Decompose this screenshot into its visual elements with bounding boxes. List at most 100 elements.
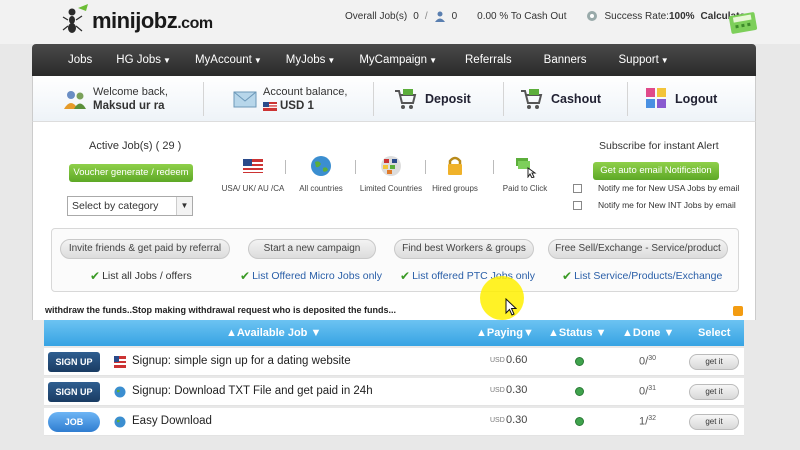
top-bar: minijobz.com Overall Job(s) 0 / 0 0.00 %… xyxy=(0,0,800,44)
envelope-icon xyxy=(233,91,257,108)
deposit-button[interactable]: Deposit xyxy=(393,76,471,122)
start-campaign-button[interactable]: Start a new campaign xyxy=(248,239,376,259)
lock-icon xyxy=(448,156,462,175)
category-all-countries[interactable]: All countries xyxy=(281,154,361,193)
nav-hg-jobs[interactable]: HG Jobs ▼ xyxy=(104,44,183,76)
job-done: 1/32 xyxy=(639,415,656,428)
free-sell-exchange-button[interactable]: Free Sell/Exchange - Service/product xyxy=(548,239,728,259)
get-it-button[interactable]: get it xyxy=(689,414,739,430)
deposit-label: Deposit xyxy=(425,92,471,106)
table-row[interactable]: SIGN UP Signup: simple sign up for a dat… xyxy=(44,348,744,376)
welcome-text: Welcome back, xyxy=(93,86,168,98)
user-name: Maksud ur ra xyxy=(93,100,165,112)
overall-jobs-label: Overall Job(s) xyxy=(345,10,408,22)
nav-myaccount[interactable]: MyAccount ▼ xyxy=(183,44,274,76)
notify-int-row[interactable]: Notify me for New INT Jobs by email xyxy=(573,200,736,210)
category-hired-groups[interactable]: Hired groups xyxy=(415,154,495,193)
chevron-down-icon: ▼ xyxy=(176,197,192,215)
chevron-down-icon: ▼ xyxy=(253,56,262,65)
users-value: 0 xyxy=(451,10,458,22)
top-stats: Overall Job(s) 0 / 0 0.00 % To Cash Out … xyxy=(345,10,750,22)
cash-out-text: 0.00 % To Cash Out xyxy=(477,10,567,22)
usa-flag-icon xyxy=(243,159,263,173)
signup-badge: SIGN UP xyxy=(48,352,100,372)
job-title[interactable]: Easy Download xyxy=(132,415,212,427)
notify-usa-row[interactable]: Notify me for New USA Jobs by email xyxy=(573,183,739,193)
cart-icon xyxy=(521,89,543,109)
status-dot-icon xyxy=(575,417,584,426)
nav-banners[interactable]: Banners xyxy=(524,44,599,76)
status-dot-icon xyxy=(575,357,584,366)
calculator-icon[interactable] xyxy=(726,8,760,36)
category-icons: USA/ UK/ AU /CA All countries Limited Co… xyxy=(213,154,573,204)
job-badge: JOB xyxy=(48,412,100,432)
globe-icon xyxy=(311,156,331,176)
notify-int-checkbox[interactable] xyxy=(573,200,582,210)
auto-email-button[interactable]: Get auto email Notification xyxy=(593,162,719,180)
nav-jobs[interactable]: Jobs xyxy=(56,44,104,76)
list-service-link[interactable]: ✔ List Service/Products/Exchange xyxy=(562,269,722,283)
usa-flag-icon xyxy=(114,356,126,368)
header-done[interactable]: ▲Done ▼ xyxy=(622,320,674,346)
list-micro-jobs-link[interactable]: ✔ List Offered Micro Jobs only xyxy=(240,269,382,283)
list-all-jobs-link[interactable]: ✔ List all Jobs / offers xyxy=(90,269,192,283)
chevron-down-icon: ▼ xyxy=(327,56,336,65)
balance-label: Account balance, xyxy=(263,86,348,98)
balance-value: USD 1 xyxy=(280,100,314,112)
job-pay: 0.60 xyxy=(506,354,528,366)
overall-jobs-value: 0 xyxy=(413,10,419,22)
users-group-icon xyxy=(64,91,86,109)
main-nav: Jobs HG Jobs ▼ MyAccount ▼ MyJobs ▼ MyCampa… xyxy=(32,44,756,76)
check-icon: ✔ xyxy=(400,269,411,283)
get-it-button[interactable]: get it xyxy=(689,354,739,370)
notify-int-label: Notify me for New INT Jobs by email xyxy=(598,200,736,210)
job-done: 0/30 xyxy=(639,355,656,368)
users-icon xyxy=(434,11,445,22)
nav-mycampaign[interactable]: MyCampaign ▼ xyxy=(347,44,449,76)
chevron-down-icon: ▼ xyxy=(660,56,669,65)
nav-myjobs[interactable]: MyJobs ▼ xyxy=(274,44,348,76)
find-workers-button[interactable]: Find best Workers & groups xyxy=(394,239,534,259)
success-rate-label: Success Rate: xyxy=(604,10,669,22)
logo-text: minijobz.com xyxy=(92,8,213,33)
nav-referrals[interactable]: Referrals xyxy=(449,44,524,76)
chevron-down-icon: ▼ xyxy=(163,56,171,65)
rss-icon[interactable] xyxy=(733,306,743,316)
job-title[interactable]: Signup: simple sign up for a dating webs… xyxy=(132,355,351,367)
cashout-button[interactable]: Cashout xyxy=(519,76,601,122)
job-pay: 0.30 xyxy=(506,384,528,396)
header-paying[interactable]: ▲Paying▼ xyxy=(476,320,534,346)
job-title[interactable]: Signup: Download TXT File and get paid i… xyxy=(132,385,373,397)
signup-badge: SIGN UP xyxy=(48,382,100,402)
category-select-value: Select by category xyxy=(72,200,159,212)
job-done: 0/31 xyxy=(639,385,656,398)
mouse-cursor-icon xyxy=(505,298,517,316)
cashout-label: Cashout xyxy=(551,92,601,106)
welcome-block: Welcome back, Maksud ur ra xyxy=(63,76,168,122)
currency-label: USD xyxy=(490,357,505,364)
header-available-job[interactable]: ▲Available Job ▼ xyxy=(226,320,321,346)
notify-usa-checkbox[interactable] xyxy=(573,183,582,193)
news-ticker: withdraw the funds..Stop making withdraw… xyxy=(32,302,756,320)
nav-support[interactable]: Support ▼ xyxy=(599,44,681,76)
site-logo[interactable]: minijobz.com xyxy=(62,2,213,40)
invite-friends-button[interactable]: Invite friends & get paid by referral xyxy=(60,239,230,259)
category-select[interactable]: Select by category ▼ xyxy=(67,196,193,216)
get-it-button[interactable]: get it xyxy=(689,384,739,400)
subscribe-text: Subscribe for instant Alert xyxy=(599,140,719,152)
usa-flag-icon xyxy=(263,101,277,111)
chevron-down-icon: ▼ xyxy=(429,56,437,65)
notify-usa-label: Notify me for New USA Jobs by email xyxy=(598,183,740,193)
table-row[interactable]: JOB Easy Download USD 0.30 1/32 get it xyxy=(44,408,744,436)
table-row[interactable]: SIGN UP Signup: Download TXT File and ge… xyxy=(44,378,744,406)
header-status[interactable]: ▲Status ▼ xyxy=(548,320,606,346)
currency-label: USD xyxy=(490,417,505,424)
logout-button[interactable]: Logout xyxy=(645,76,717,122)
category-paid-to-click[interactable]: Paid to Click xyxy=(485,154,565,193)
action-box: Invite friends & get paid by referral St… xyxy=(51,228,739,292)
globe-icon xyxy=(114,416,126,428)
success-rate-icon xyxy=(587,11,598,21)
voucher-button[interactable]: Voucher generate / redeem xyxy=(69,164,193,182)
ants-logo-icon xyxy=(62,4,88,33)
success-rate-value: 100% xyxy=(668,10,695,22)
